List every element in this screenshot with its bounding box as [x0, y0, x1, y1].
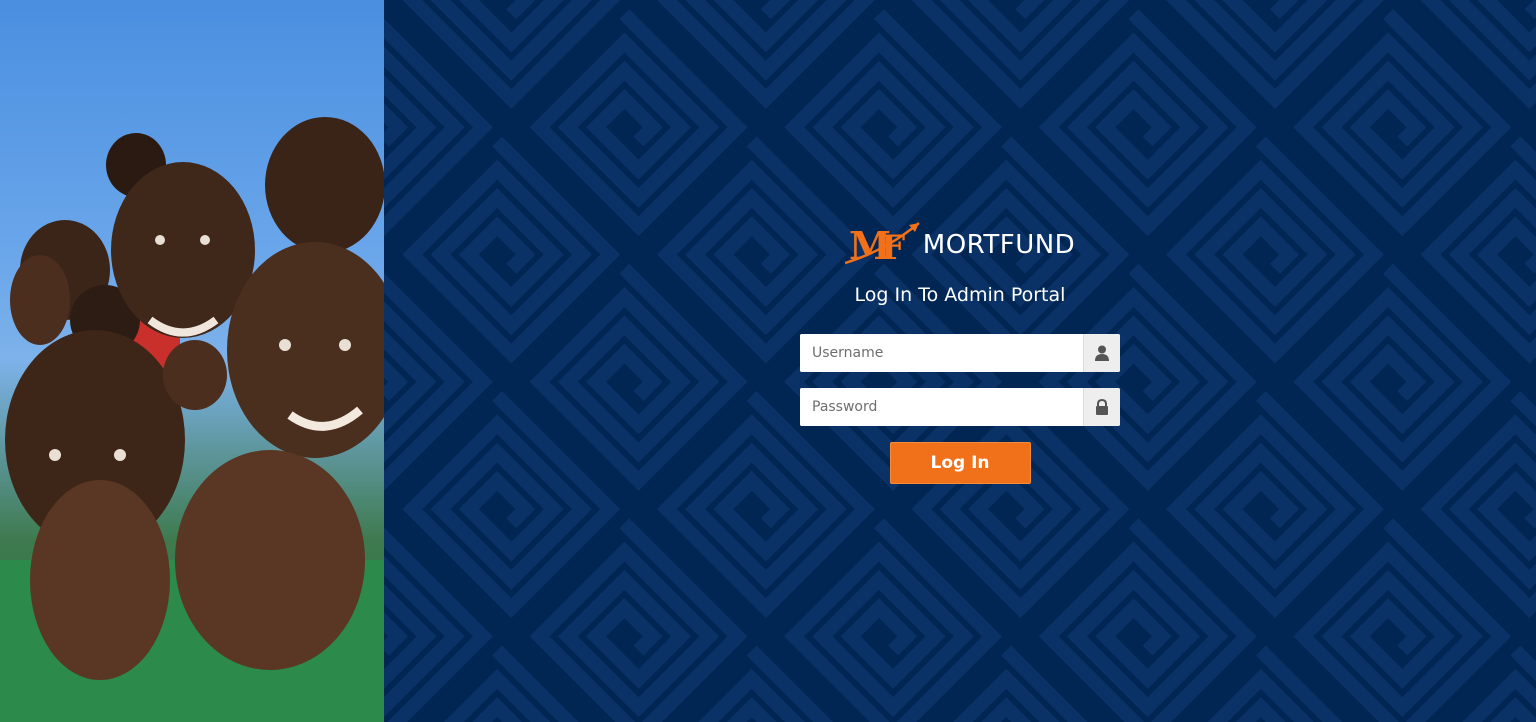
children-photo-illustration	[0, 117, 384, 722]
login-panel: M F MORTFUND Log In To Admin Portal User…	[384, 0, 1536, 722]
hero-photo	[0, 0, 384, 722]
login-form: M F MORTFUND Log In To Admin Portal User…	[800, 220, 1120, 484]
brand: M F MORTFUND	[844, 220, 1076, 266]
login-button[interactable]: Log In	[889, 442, 1031, 484]
username-field	[800, 334, 1120, 372]
username-input[interactable]	[800, 334, 1083, 372]
lock-icon	[1083, 388, 1120, 426]
page-title: Log In To Admin Portal	[854, 284, 1066, 306]
user-icon	[1083, 334, 1120, 372]
mf-monogram-logo-icon: M F	[844, 222, 920, 265]
login-page: M F MORTFUND Log In To Admin Portal User…	[0, 0, 1536, 722]
brand-name: MORTFUND	[922, 230, 1076, 260]
password-input[interactable]	[800, 388, 1083, 426]
password-field	[800, 388, 1120, 426]
